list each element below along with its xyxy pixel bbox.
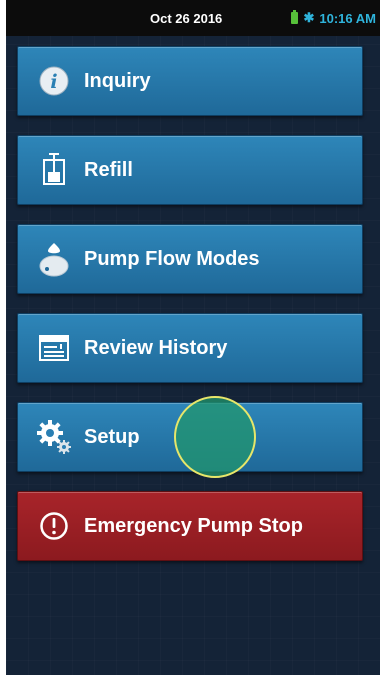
setup-label: Setup [84, 425, 140, 448]
pump-drop-icon [34, 239, 74, 279]
emergency-pump-stop-button[interactable]: Emergency Pump Stop [17, 491, 363, 561]
status-bar: Oct 26 2016 ✱ 10:16 AM [6, 0, 380, 36]
status-right: ✱ 10:16 AM [291, 10, 376, 26]
gears-icon [34, 417, 74, 457]
info-icon: i [34, 61, 74, 101]
inquiry-label: Inquiry [84, 69, 151, 92]
bluetooth-icon: ✱ [303, 10, 315, 25]
pump-flow-modes-button[interactable]: Pump Flow Modes [17, 224, 363, 294]
history-log-icon [34, 328, 74, 368]
review-history-button[interactable]: Review History [17, 313, 363, 383]
syringe-refill-icon [34, 150, 74, 190]
setup-button[interactable]: Setup [17, 402, 363, 472]
inquiry-button[interactable]: i Inquiry [17, 46, 363, 116]
status-time: 10:16 AM [319, 10, 376, 26]
status-date: Oct 26 2016 [150, 10, 223, 26]
refill-button[interactable]: Refill [17, 135, 363, 205]
svg-text:i: i [50, 71, 57, 93]
refill-label: Refill [84, 158, 133, 181]
battery-icon [291, 10, 299, 24]
alert-circle-icon [34, 506, 74, 546]
emergency-pump-stop-label: Emergency Pump Stop [84, 514, 303, 537]
pump-flow-modes-label: Pump Flow Modes [84, 247, 260, 270]
review-history-label: Review History [84, 336, 228, 359]
